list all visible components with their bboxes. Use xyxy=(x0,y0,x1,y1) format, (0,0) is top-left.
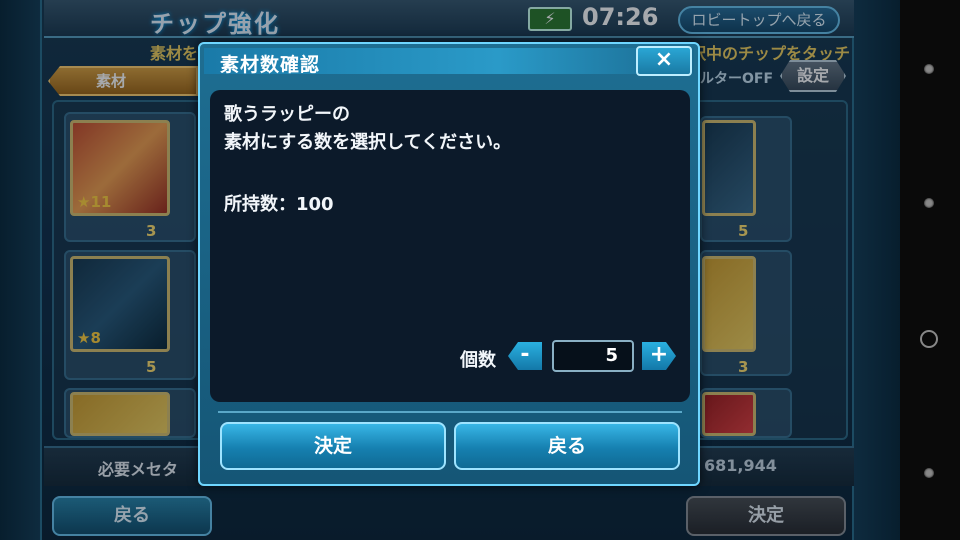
message-line-2: 素材にする数を選択してください。 xyxy=(224,132,512,153)
quantity-minus-button[interactable]: - xyxy=(508,342,542,370)
dialog-confirm-button[interactable]: 決定 xyxy=(220,422,446,470)
dialog-divider xyxy=(218,411,682,413)
dialog-back-button[interactable]: 戻る xyxy=(454,422,680,470)
nav-back-icon[interactable] xyxy=(924,198,934,208)
dialog-body: 歌うラッピーの 素材にする数を選択してください。 所持数：100 個数 - 5 … xyxy=(210,90,690,402)
dialog-header: 素材数確認 xyxy=(204,48,694,76)
material-count-dialog: 素材数確認 × 歌うラッピーの 素材にする数を選択してください。 所持数：100… xyxy=(198,42,700,486)
nav-home-icon[interactable] xyxy=(920,330,938,348)
game-screen: チップ強化 ⚡ 07:26 ロビートップへ戻る 素材を 択中のチップをタッチ 素… xyxy=(0,0,900,540)
quantity-label: 個数 xyxy=(460,350,496,371)
nav-recent-icon[interactable] xyxy=(924,468,934,478)
nav-menu-icon[interactable] xyxy=(924,64,934,74)
quantity-field[interactable]: 5 xyxy=(552,340,634,372)
owned-count: 所持数：100 xyxy=(224,194,334,215)
dialog-title: 素材数確認 xyxy=(220,54,321,76)
close-icon[interactable]: × xyxy=(636,46,692,76)
message-line-1: 歌うラッピーの xyxy=(224,104,350,125)
quantity-plus-button[interactable]: + xyxy=(642,342,676,370)
system-nav-bar xyxy=(900,0,960,540)
